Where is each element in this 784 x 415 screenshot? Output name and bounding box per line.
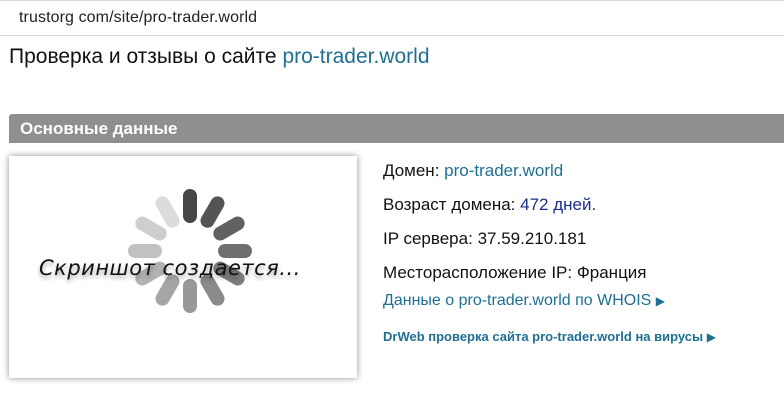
section-header-title: Основные данные	[20, 118, 178, 138]
domain-info-list: Домен: pro-trader.world Возраст домена: …	[383, 158, 647, 294]
server-ip-label: IP сервера:	[383, 229, 473, 248]
spinner-spoke	[183, 189, 197, 223]
domain-link[interactable]: pro-trader.world	[444, 161, 563, 180]
address-bar[interactable]: trustorg com/site/pro-trader.world	[0, 0, 784, 36]
spinner-spoke	[183, 279, 197, 313]
info-row-ip: IP сервера: 37.59.210.181	[383, 226, 647, 260]
domain-label: Домен:	[383, 161, 440, 180]
domain-age-value: 472 дней.	[520, 195, 597, 214]
whois-link-text: Данные о pro-trader.world по WHOIS	[383, 292, 652, 309]
screenshot-caption: Скриншот создается...	[39, 256, 301, 280]
page-title: Проверка и отзывы о сайте pro-trader.wor…	[9, 45, 430, 69]
drweb-virus-check-link[interactable]: DrWeb проверка сайта pro-trader.world на…	[383, 329, 716, 344]
domain-age-label: Возраст домена:	[383, 195, 516, 214]
triangle-right-icon: ▶	[655, 294, 665, 308]
site-screenshot-placeholder: Скриншот создается...	[9, 156, 357, 378]
info-row-age: Возраст домена: 472 дней.	[383, 192, 647, 226]
section-header-main-data: Основные данные	[9, 114, 784, 143]
triangle-right-icon: ▶	[706, 330, 716, 344]
info-row-location: Месторасположение IP: Франция	[383, 260, 647, 294]
ip-location-value: Франция	[576, 263, 647, 282]
page-title-prefix: Проверка и отзывы о сайте	[9, 45, 277, 68]
page-title-site-link[interactable]: pro-trader.world	[282, 45, 429, 68]
info-row-domain: Домен: pro-trader.world	[383, 158, 647, 192]
ip-location-label: Месторасположение IP:	[383, 263, 573, 282]
address-bar-url: trustorg com/site/pro-trader.world	[19, 9, 258, 26]
server-ip-value: 37.59.210.181	[477, 229, 587, 248]
drweb-link-text: DrWeb проверка сайта pro-trader.world на…	[383, 329, 704, 344]
whois-link[interactable]: Данные о pro-trader.world по WHOIS ▶	[383, 292, 665, 310]
